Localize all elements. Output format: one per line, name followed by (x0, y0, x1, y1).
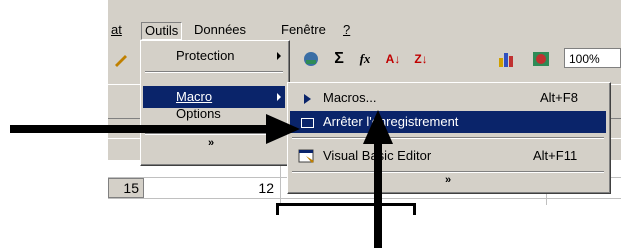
menu-donnees[interactable]: Données (194, 22, 246, 38)
zoom-value: 100% (569, 52, 600, 66)
menu-label: at (111, 22, 122, 37)
expand-menu-button[interactable]: » (438, 174, 458, 186)
menu-separator (145, 133, 283, 135)
gridline (280, 160, 281, 205)
function-button[interactable]: fx (352, 46, 378, 72)
menu-item-label: Macro (176, 89, 213, 104)
menu-help[interactable]: ? (343, 22, 350, 38)
menu-label: Données (194, 22, 247, 37)
menu-item-macro[interactable]: Macro (143, 86, 285, 108)
map-button[interactable] (528, 46, 554, 72)
function-icon: fx (359, 51, 371, 66)
annotation-arrow-shaft (10, 125, 272, 133)
annotation-bracket (413, 203, 416, 215)
autosum-button[interactable]: Σ (326, 46, 352, 72)
menu-separator (292, 137, 604, 139)
menu-item-label: Macros... (323, 90, 377, 105)
menu-item-macros[interactable]: Macros... Alt+F8 (290, 87, 606, 109)
menu-item-shortcut: Alt+F8 (540, 90, 578, 105)
annotation-arrow-shaft (374, 140, 382, 248)
vbe-icon (298, 149, 314, 163)
submenu-arrow-icon (277, 52, 281, 60)
menu-item-stop-recording[interactable]: Arrêter l'enregistrement (290, 111, 606, 133)
stop-icon (301, 118, 314, 128)
chevron-double-down-icon: » (207, 137, 215, 149)
chevron-double-down-icon: » (444, 174, 452, 186)
sort-descending-icon: Z↓ (414, 52, 428, 66)
annotation-arrow-right-icon (266, 114, 300, 144)
menu-item-options[interactable]: Options (143, 109, 285, 123)
play-icon (304, 94, 311, 104)
menu-fenetre[interactable]: Fenêtre (281, 22, 326, 38)
sort-ascending-button[interactable]: A↓ (380, 46, 406, 72)
expand-menu-button[interactable]: » (201, 137, 221, 149)
menu-format-partial[interactable]: at (111, 22, 122, 38)
zoom-select[interactable]: 100% (564, 48, 621, 68)
menu-label: Fenêtre (281, 22, 326, 37)
menu-item-label: Protection (176, 48, 235, 63)
chart-wizard-button[interactable] (494, 46, 520, 72)
menu-item-visual-basic-editor[interactable]: Visual Basic Editor Alt+F11 (290, 145, 606, 167)
gridline (108, 198, 621, 199)
sum-icon: Σ (334, 50, 344, 67)
menu-label: ? (343, 22, 351, 37)
annotation-arrow-up-icon (363, 110, 393, 144)
annotation-bracket (276, 203, 416, 206)
submenu-arrow-icon (277, 93, 281, 101)
menu-separator (145, 71, 283, 73)
hyperlink-icon[interactable] (298, 46, 324, 72)
draw-icon[interactable] (108, 46, 134, 72)
menu-separator (292, 171, 604, 173)
outils-dropdown-menu: Protection Macro Options » (140, 40, 290, 166)
menu-label: Outils (145, 23, 179, 38)
map-icon (533, 52, 549, 66)
row-number: 15 (123, 180, 139, 196)
sort-descending-button[interactable]: Z↓ (408, 46, 434, 72)
cell[interactable]: 12 (230, 178, 274, 198)
menu-item-shortcut: Alt+F11 (533, 148, 578, 163)
annotation-bracket (276, 203, 279, 215)
menu-item-protection[interactable]: Protection (143, 45, 285, 67)
menu-item-label: Options (176, 109, 221, 121)
chart-icon (499, 53, 513, 67)
macro-submenu: Macros... Alt+F8 Arrêter l'enregistremen… (287, 82, 611, 194)
cell-text: 12 (258, 180, 274, 196)
row-header[interactable]: 15 (108, 178, 144, 198)
sort-ascending-icon: A↓ (385, 52, 401, 66)
menu-bar (108, 20, 621, 40)
menu-outils[interactable]: Outils (141, 22, 183, 40)
